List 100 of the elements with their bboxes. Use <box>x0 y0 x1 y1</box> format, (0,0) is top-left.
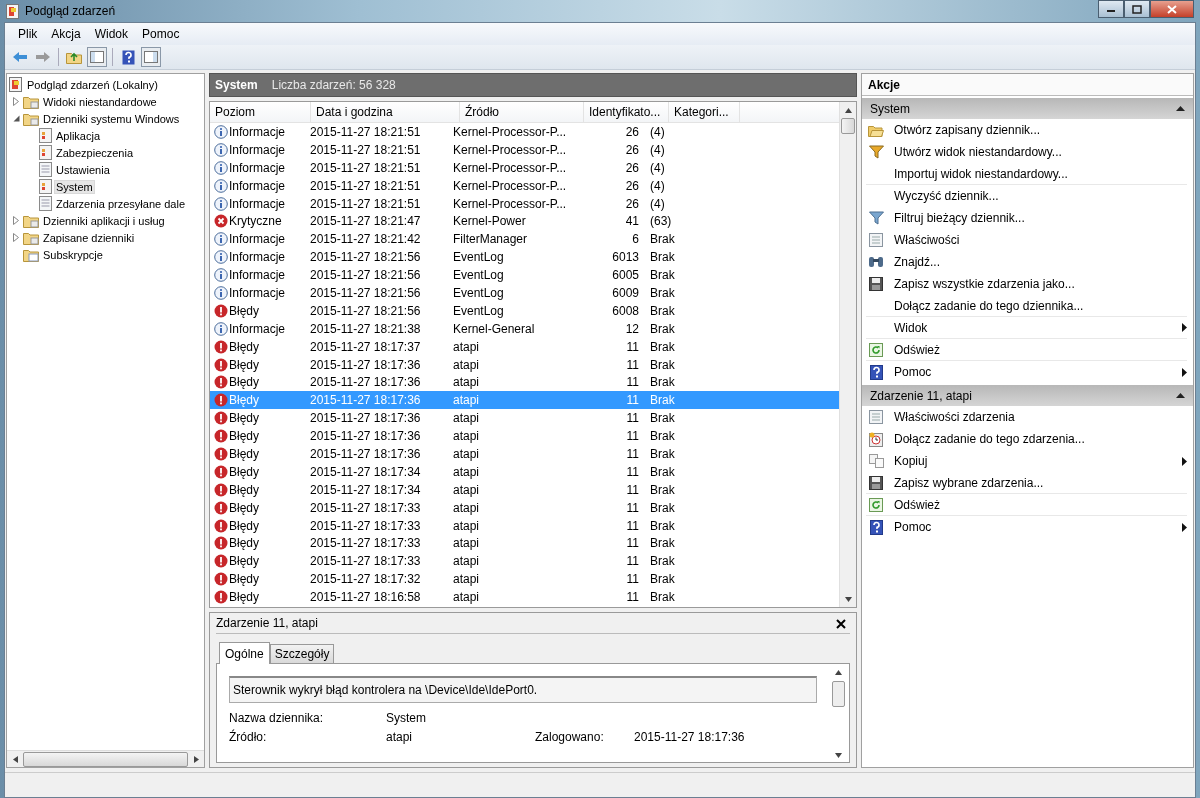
scroll-down-icon[interactable] <box>844 596 852 602</box>
action-item[interactable]: Właściwości <box>894 233 1187 247</box>
tab[interactable]: Ogólne <box>219 642 270 664</box>
tree-item[interactable]: Subskrypcje <box>41 247 105 262</box>
severity-text: Informacje <box>229 142 286 157</box>
tree-item[interactable]: Podgląd zdarzeń (Lokalny) <box>25 77 160 92</box>
source-cell-text: atapi <box>452 393 481 408</box>
section-header[interactable]: System <box>862 98 1193 119</box>
column-header[interactable]: Źródło <box>460 102 584 122</box>
event-row[interactable]: Błędy 2015-11-27 18:16:58 atapi 11 Brak <box>210 588 839 607</box>
action-item[interactable]: Zapisz wszystkie zdarzenia jako... <box>894 277 1187 291</box>
event-row[interactable]: Błędy 2015-11-27 18:17:33 atapi 11 Brak <box>210 534 839 553</box>
tree-item[interactable]: Dzienniki aplikacji i usług <box>41 213 167 228</box>
event-row[interactable]: Informacje 2015-11-27 18:21:56 EventLog 6009 Brak <box>210 284 839 302</box>
action-item[interactable]: Dołącz zadanie do tego dziennika... <box>894 298 1187 313</box>
tree-item[interactable]: Zapisane dzienniki <box>41 230 137 245</box>
menu-item[interactable]: Plik <box>11 25 45 43</box>
event-row[interactable]: Krytyczne 2015-11-27 18:21:47 Kernel-Power 41 (63) <box>210 212 839 231</box>
event-row[interactable]: Informacje 2015-11-27 18:21:51 Kernel-Processor-P... 26 (4) <box>210 123 839 141</box>
tree-item[interactable]: System <box>54 179 95 194</box>
event-row[interactable]: Błędy 2015-11-27 18:17:33 atapi 11 Brak <box>210 552 839 571</box>
tab[interactable]: Szczegóły <box>269 644 335 663</box>
action-item[interactable]: Znajdź... <box>894 255 1187 269</box>
error-icon <box>214 303 228 318</box>
minimize-button[interactable] <box>1098 0 1124 18</box>
folder-icon <box>23 213 39 228</box>
collapsed-arrow-icon[interactable] <box>13 216 19 225</box>
event-row[interactable]: Błędy 2015-11-27 18:17:34 atapi 11 Brak <box>210 480 839 499</box>
column-header[interactable]: Poziom <box>210 102 311 122</box>
action-item[interactable]: Kopiuj <box>894 454 1182 468</box>
tree-item[interactable]: Zdarzenia przesyłane dale <box>54 196 188 211</box>
scroll-right-icon[interactable] <box>193 755 199 763</box>
tree-item[interactable]: Dzienniki systemu Windows <box>41 111 182 126</box>
scroll-thumb[interactable] <box>23 751 188 767</box>
event-row[interactable]: Błędy 2015-11-27 18:17:36 atapi 11 Brak <box>210 445 839 463</box>
refresh-icon <box>869 497 883 512</box>
action-item[interactable]: Filtruj bieżący dziennik... <box>894 211 1187 225</box>
event-row[interactable]: Informacje 2015-11-27 18:21:51 Kernel-Processor-P... 26 (4) <box>210 194 839 213</box>
scroll-down-icon[interactable] <box>834 753 842 758</box>
event-row[interactable]: Błędy 2015-11-27 18:17:36 atapi 11 Brak <box>210 373 839 392</box>
event-row[interactable]: Informacje 2015-11-27 18:21:56 EventLog 6005 Brak <box>210 266 839 284</box>
menu-item[interactable]: Akcja <box>44 25 88 43</box>
action-item[interactable]: Otwórz zapisany dziennik... <box>894 123 1187 137</box>
event-row[interactable]: Informacje 2015-11-27 18:21:42 FilterManager 6 Brak <box>210 230 839 249</box>
collapsed-arrow-icon[interactable] <box>13 233 19 242</box>
vertical-scrollbar[interactable] <box>839 102 856 607</box>
event-row[interactable]: Informacje 2015-11-27 18:21:51 Kernel-Processor-P... 26 (4) <box>210 158 839 177</box>
source-cell-text: Kernel-Power <box>452 214 527 229</box>
column-header[interactable]: Kategori... <box>669 102 740 122</box>
menu-item[interactable]: Pomoc <box>135 25 187 43</box>
column-header[interactable]: Data i godzina <box>311 102 460 122</box>
maximize-button[interactable] <box>1124 0 1150 18</box>
column-header[interactable]: Identyfikato... <box>584 102 669 122</box>
collapsed-arrow-icon[interactable] <box>13 97 19 106</box>
console-tree-button[interactable] <box>87 47 107 67</box>
action-item[interactable]: Importuj widok niestandardowy... <box>894 166 1187 181</box>
action-item[interactable]: Wyczyść dziennik... <box>894 189 1187 203</box>
event-row[interactable]: Błędy 2015-11-27 18:17:32 atapi 11 Brak <box>210 570 839 589</box>
tree-item[interactable]: Ustawienia <box>54 162 112 177</box>
tree-item[interactable]: Widoki niestandardowe <box>41 94 159 109</box>
event-row[interactable]: Błędy 2015-11-27 18:17:36 atapi 11 Brak <box>210 409 839 428</box>
section-header[interactable]: Zdarzenie 11, atapi <box>862 385 1193 406</box>
action-item[interactable]: Odśwież <box>894 342 1187 357</box>
scroll-thumb[interactable] <box>831 681 845 707</box>
event-row[interactable]: Informacje 2015-11-27 18:21:51 Kernel-Processor-P... 26 (4) <box>210 176 839 195</box>
date-cell-text: 2015-11-27 18:17:34 <box>309 464 422 479</box>
event-row[interactable]: Błędy 2015-11-27 18:17:34 atapi 11 Brak <box>210 462 839 481</box>
action-item[interactable]: Pomoc <box>894 365 1182 379</box>
vertical-scrollbar[interactable] <box>831 670 845 758</box>
date-cell-text: 2015-11-27 18:17:36 <box>309 446 422 461</box>
horizontal-scrollbar[interactable] <box>7 750 204 767</box>
event-row[interactable]: Informacje 2015-11-27 18:21:38 Kernel-General 12 Brak <box>210 319 839 338</box>
action-item[interactable]: Zapisz wybrane zdarzenia... <box>894 475 1187 490</box>
scroll-left-icon[interactable] <box>12 755 18 763</box>
close-button[interactable] <box>1150 0 1194 18</box>
event-row[interactable]: Błędy 2015-11-27 18:21:56 EventLog 6008 Brak <box>210 301 839 320</box>
action-item[interactable]: Utwórz widok niestandardowy... <box>894 145 1187 159</box>
action-pane-button[interactable] <box>141 47 161 67</box>
tree-item[interactable]: Zabezpieczenia <box>54 145 136 160</box>
event-row[interactable]: Błędy 2015-11-27 18:17:36 atapi 11 Brak <box>210 427 839 446</box>
event-row[interactable]: Błędy 2015-11-27 18:17:36 atapi 11 Brak <box>210 355 839 374</box>
source-cell-text: atapi <box>452 554 481 569</box>
expanded-arrow-icon[interactable] <box>12 115 20 122</box>
tree-item[interactable]: Aplikacja <box>54 128 103 143</box>
action-item[interactable]: Właściwości zdarzenia <box>894 410 1187 424</box>
scroll-thumb[interactable] <box>841 118 855 134</box>
menu-item[interactable]: Widok <box>87 25 136 43</box>
action-item[interactable]: Pomoc <box>894 520 1182 534</box>
message-field[interactable]: Sterownik wykrył błąd kontrolera na \Device\Ide\IdePort0. <box>229 676 817 703</box>
event-row[interactable]: Błędy 2015-11-27 18:17:33 atapi 11 Brak <box>210 498 839 517</box>
action-item[interactable]: Odśwież <box>894 497 1187 512</box>
action-item[interactable]: Widok <box>894 320 1182 335</box>
event-row[interactable]: Informacje 2015-11-27 18:21:56 EventLog 6013 Brak <box>210 248 839 267</box>
event-row[interactable]: Błędy 2015-11-27 18:17:37 atapi 11 Brak <box>210 337 839 356</box>
scroll-up-icon[interactable] <box>844 107 852 113</box>
event-row[interactable]: Informacje 2015-11-27 18:21:51 Kernel-Processor-P... 26 (4) <box>210 140 839 159</box>
event-row[interactable]: Błędy 2015-11-27 18:17:33 atapi 11 Brak <box>210 516 839 535</box>
action-item[interactable]: Dołącz zadanie do tego zdarzenia... <box>894 432 1187 446</box>
scroll-up-icon[interactable] <box>834 670 842 675</box>
date-cell-text: 2015-11-27 18:17:36 <box>309 429 422 444</box>
